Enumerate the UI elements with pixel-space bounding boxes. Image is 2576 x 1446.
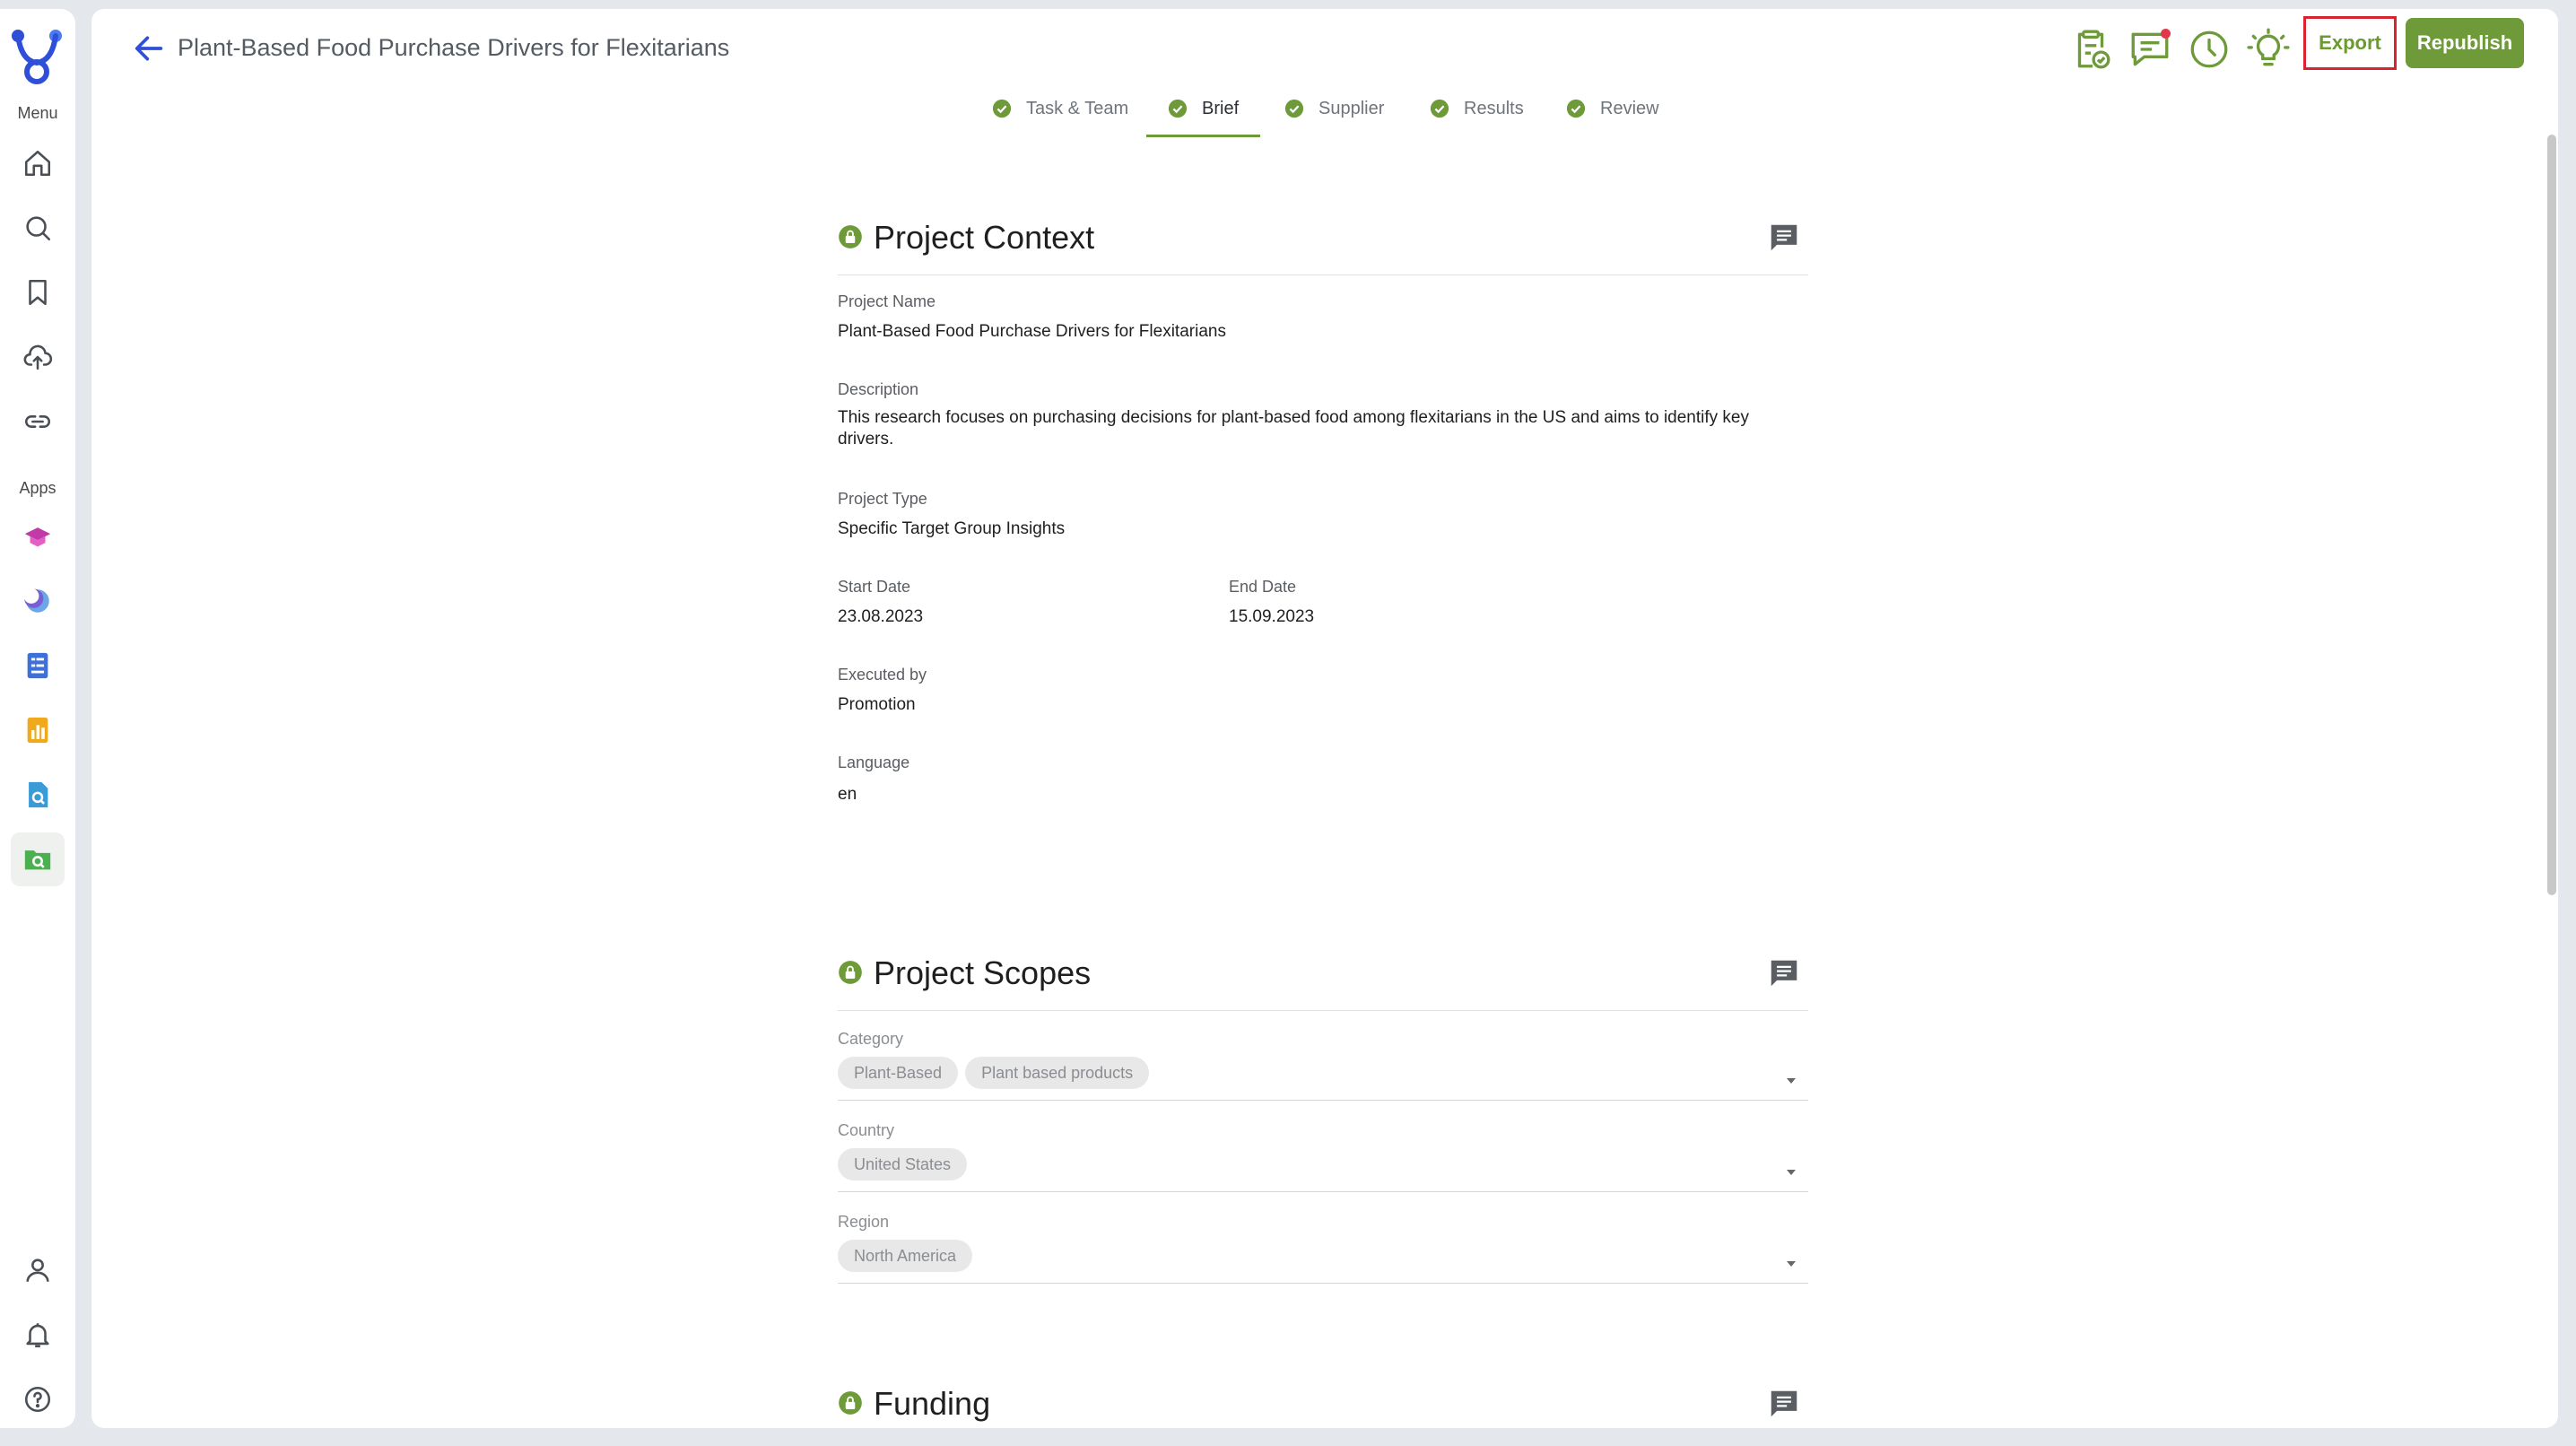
country-select[interactable]: United States — [838, 1148, 1808, 1192]
check-circle-icon — [992, 99, 1012, 118]
lock-icon — [839, 225, 862, 248]
executed-by-value: Promotion — [838, 695, 916, 714]
country-label: Country — [838, 1121, 895, 1139]
tab-label: Supplier — [1318, 98, 1385, 118]
republish-button[interactable]: Republish — [2406, 18, 2524, 68]
section-title: Funding — [874, 1385, 991, 1422]
section-title: Project Scopes — [874, 954, 1092, 991]
end-date-value: 15.09.2023 — [1229, 607, 1315, 626]
help-icon[interactable] — [18, 1380, 57, 1419]
home-icon[interactable] — [18, 144, 57, 183]
tab-brief[interactable]: Brief — [1146, 83, 1261, 137]
menu-label: Menu — [17, 104, 58, 122]
clock-icon[interactable] — [2187, 27, 2232, 72]
check-circle-icon — [1284, 99, 1304, 118]
tab-results[interactable]: Results — [1430, 83, 1524, 135]
bell-icon[interactable] — [18, 1315, 57, 1355]
lock-icon — [839, 1391, 862, 1415]
region-label: Region — [838, 1213, 890, 1231]
check-circle-icon — [1430, 99, 1449, 118]
executed-by-label: Executed by — [838, 666, 927, 684]
description-label: Description — [838, 380, 919, 398]
search-icon[interactable] — [18, 208, 57, 248]
project-type-value: Specific Target Group Insights — [838, 519, 1066, 538]
funding-header: Funding — [838, 1363, 1808, 1428]
comment-icon[interactable] — [1767, 221, 1801, 255]
back-arrow-icon[interactable] — [131, 30, 167, 66]
end-date-label: End Date — [1229, 578, 1297, 596]
chat-icon[interactable] — [2128, 27, 2172, 72]
language-label: Language — [838, 753, 910, 771]
country-chip: United States — [838, 1148, 968, 1180]
export-button[interactable]: Export — [2303, 16, 2397, 70]
upload-icon[interactable] — [18, 337, 57, 377]
category-select[interactable]: Plant-Based Plant based products — [838, 1057, 1808, 1101]
moon-app-icon[interactable] — [18, 581, 57, 621]
profile-icon[interactable] — [18, 1250, 57, 1290]
description-value: This research focuses on purchasing deci… — [838, 408, 1749, 449]
bookmark-icon[interactable] — [18, 273, 57, 312]
document-search-app-icon[interactable] — [18, 775, 57, 814]
main-panel: Plant-Based Food Purchase Drivers for Fl… — [91, 9, 2558, 1428]
lock-icon — [839, 961, 862, 984]
app-logo[interactable] — [9, 25, 66, 88]
sidebar: Menu Apps — [0, 9, 75, 1428]
start-date-label: Start Date — [838, 578, 911, 596]
step-tabs: Task & Team Brief Supplier Results Revie… — [91, 83, 2558, 137]
chevron-down-icon[interactable] — [1787, 1170, 1796, 1175]
lightbulb-icon[interactable] — [2246, 27, 2291, 72]
page-title: Plant-Based Food Purchase Drivers for Fl… — [178, 34, 730, 61]
link-icon[interactable] — [18, 402, 57, 441]
tab-label: Brief — [1202, 98, 1240, 118]
tab-review[interactable]: Review — [1566, 83, 1659, 135]
project-name-value: Plant-Based Food Purchase Drivers for Fl… — [838, 322, 1226, 341]
check-circle-icon — [1566, 99, 1586, 118]
section-title: Project Context — [874, 219, 1095, 256]
tab-task-team[interactable]: Task & Team — [992, 83, 1128, 135]
folder-search-app-icon[interactable] — [11, 832, 65, 886]
document-list-app-icon[interactable] — [18, 646, 57, 685]
comment-icon[interactable] — [1767, 1387, 1801, 1421]
clipboard-check-icon[interactable] — [2068, 27, 2113, 72]
project-type-label: Project Type — [838, 490, 927, 508]
project-context-header: Project Context — [838, 197, 1808, 275]
category-chip: Plant based products — [965, 1057, 1150, 1089]
bar-chart-app-icon[interactable] — [18, 710, 57, 750]
project-name-label: Project Name — [838, 292, 936, 310]
tab-label: Review — [1600, 98, 1659, 118]
graduation-cap-app-icon[interactable] — [18, 517, 57, 556]
project-scopes-header: Project Scopes — [838, 933, 1808, 1011]
apps-label: Apps — [19, 479, 57, 497]
category-chip: Plant-Based — [838, 1057, 959, 1089]
region-chip: North America — [838, 1240, 973, 1272]
category-label: Category — [838, 1030, 904, 1048]
scrollbar[interactable] — [2547, 135, 2556, 895]
chevron-down-icon[interactable] — [1787, 1078, 1796, 1084]
start-date-value: 23.08.2023 — [838, 607, 924, 626]
region-select[interactable]: North America — [838, 1240, 1808, 1284]
notification-dot — [2161, 29, 2171, 39]
comment-icon[interactable] — [1767, 956, 1801, 990]
tab-label: Task & Team — [1026, 98, 1129, 118]
chevron-down-icon[interactable] — [1787, 1261, 1796, 1267]
language-value: en — [838, 785, 857, 804]
check-circle-icon — [1168, 99, 1188, 118]
tab-supplier[interactable]: Supplier — [1284, 83, 1384, 135]
tab-label: Results — [1464, 98, 1524, 118]
